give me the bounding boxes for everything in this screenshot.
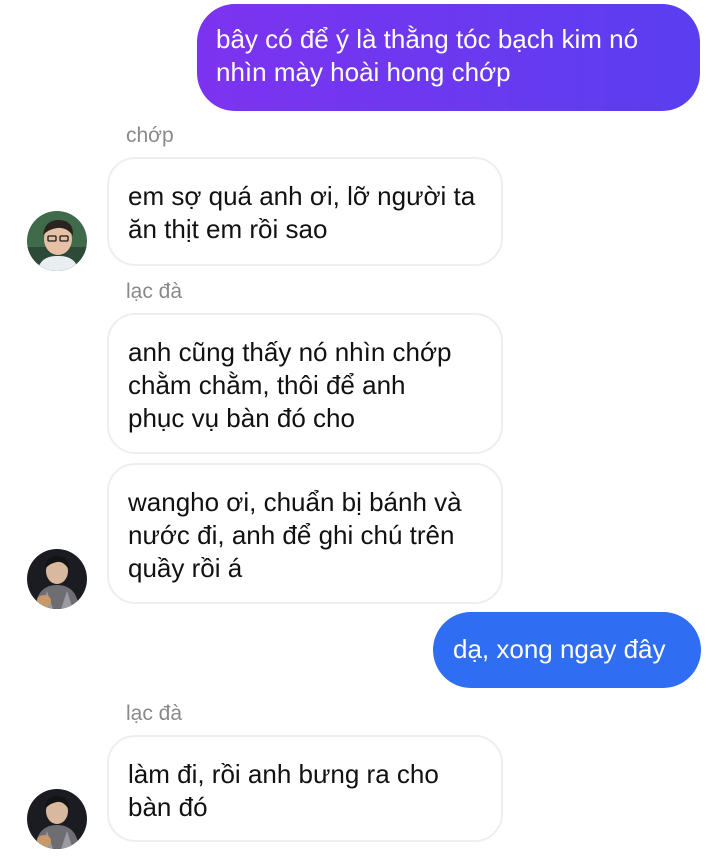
sender-name: chớp (126, 124, 174, 147)
message-bubble-outgoing[interactable]: dạ, xong ngay đây (433, 612, 701, 688)
message-bubble-incoming[interactable]: wangho ơi, chuẩn bị bánh và nước đi, anh… (107, 463, 503, 604)
sender-name: lạc đà (126, 280, 183, 303)
message-bubble-outgoing[interactable]: bây có để ý là thằng tóc bạch kim nó nhì… (197, 4, 700, 111)
message-bubble-incoming[interactable]: làm đi, rồi anh bưng ra cho bàn đó (107, 735, 503, 842)
message-bubble-incoming[interactable]: em sợ quá anh ơi, lỡ người ta ăn thịt em… (107, 157, 503, 266)
avatar-lac-da[interactable] (27, 789, 87, 849)
avatar-chop[interactable] (27, 211, 87, 271)
sender-name: lạc đà (126, 702, 183, 725)
chat-screen: bây có để ý là thằng tóc bạch kim nó nhì… (0, 0, 719, 861)
avatar-lac-da[interactable] (27, 549, 87, 609)
message-bubble-incoming[interactable]: anh cũng thấy nó nhìn chớp chằm chằm, th… (107, 313, 503, 454)
